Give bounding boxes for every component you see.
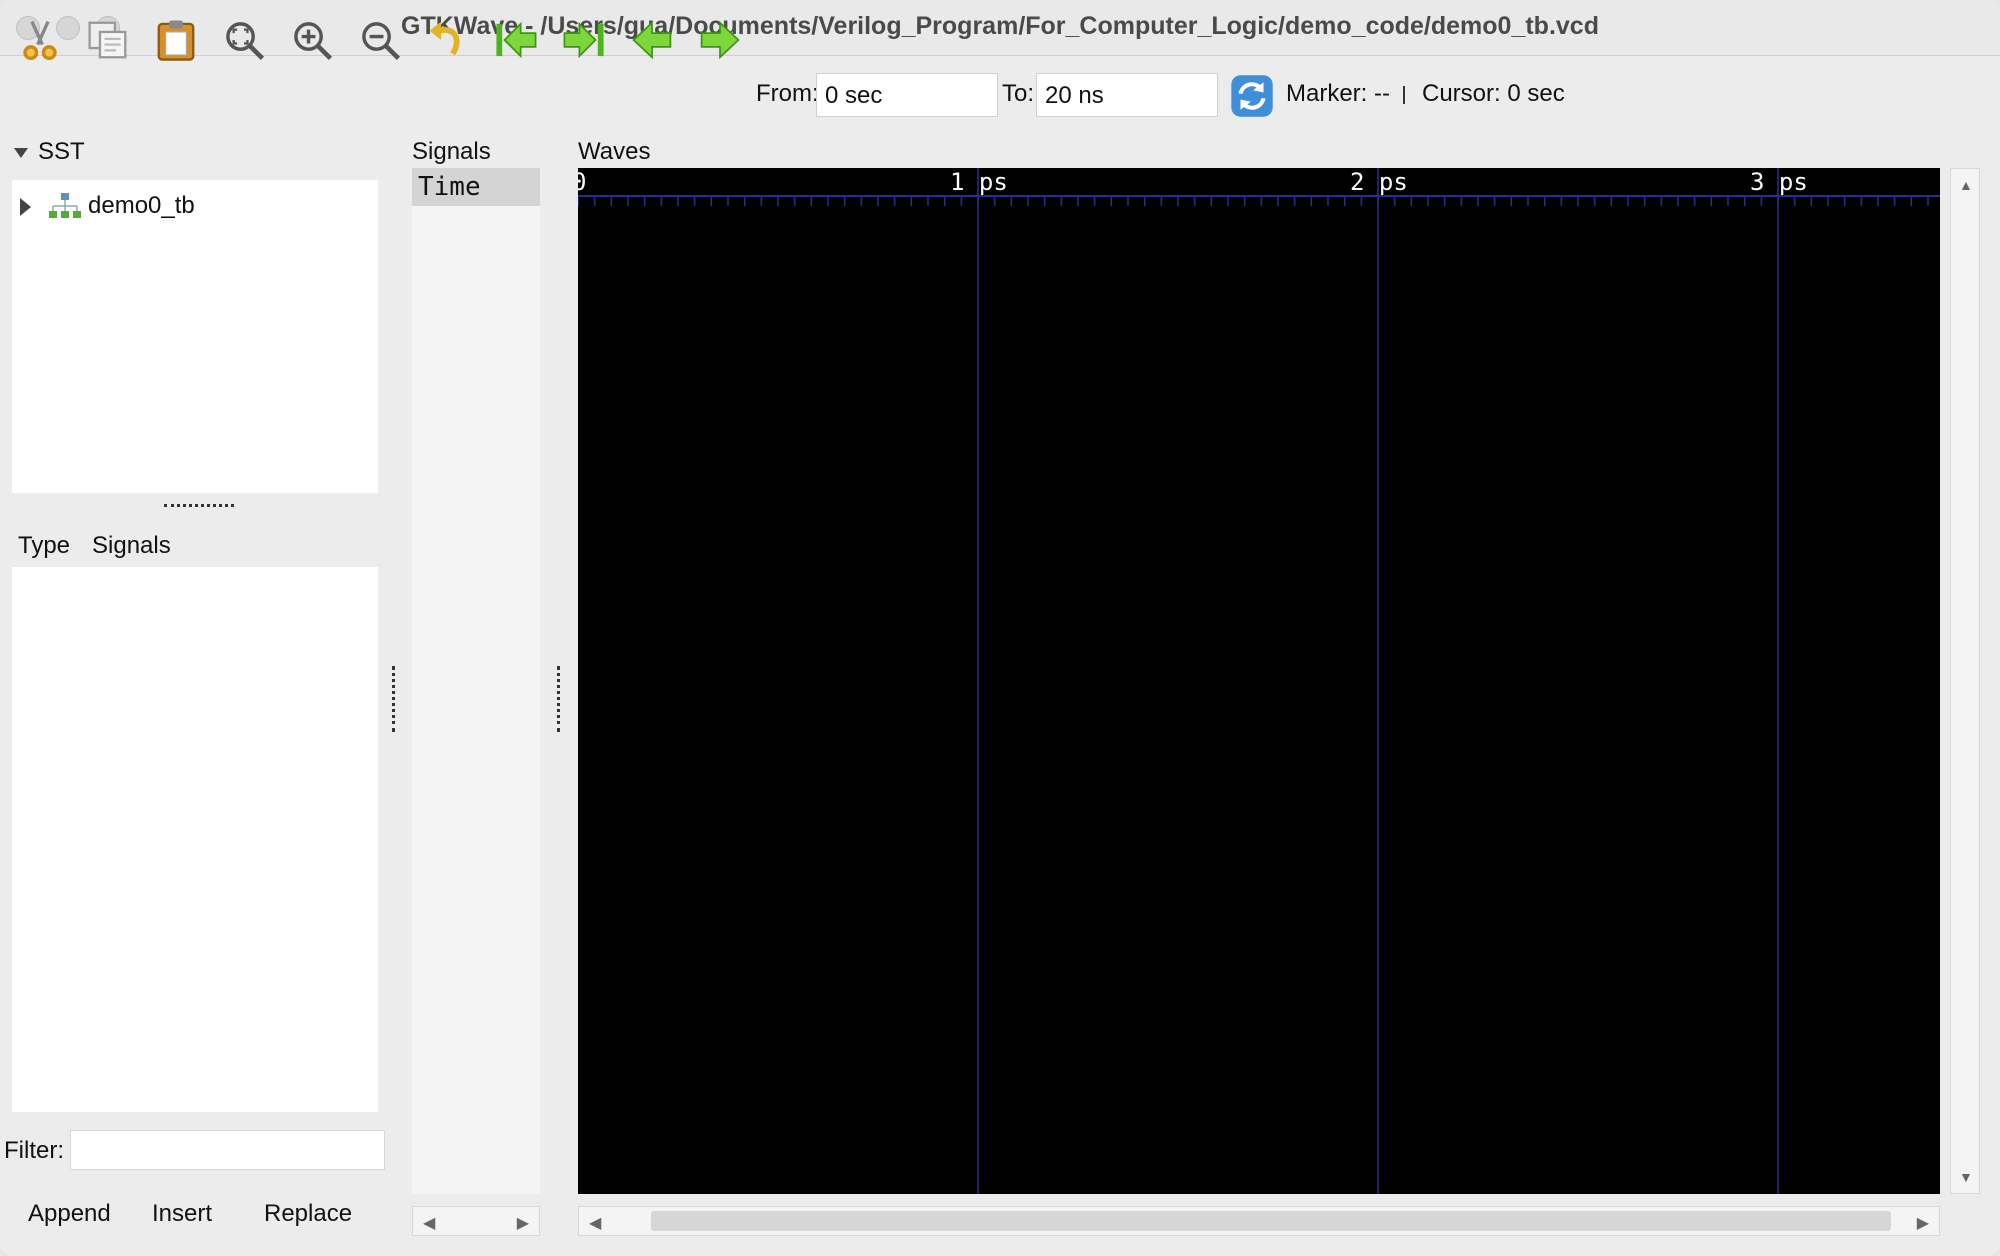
waves-timeline: 0 1 ps 2 ps 3 ps: [572, 168, 1940, 1194]
scroll-up-icon[interactable]: ▲: [1959, 177, 1973, 193]
tree-item-label: demo0_tb: [88, 192, 195, 219]
waves-pane-title: Waves: [578, 138, 651, 165]
scroll-thumb[interactable]: [651, 1211, 1891, 1231]
append-button[interactable]: Append: [28, 1200, 111, 1228]
toolbar-separator: [1403, 86, 1405, 104]
go-to-end-icon[interactable]: [558, 14, 610, 66]
expand-triangle-icon[interactable]: [20, 198, 31, 216]
pane-resize-handle-signals[interactable]: [557, 666, 564, 732]
module-hierarchy-icon: [48, 192, 82, 220]
timeline-tick-label: 0: [578, 168, 586, 196]
replace-button[interactable]: Replace: [264, 1200, 352, 1228]
sst-title: SST: [38, 138, 85, 165]
from-time-input[interactable]: 0 sec: [816, 73, 998, 117]
tree-item-demo0-tb[interactable]: demo0_tb: [12, 188, 378, 224]
signal-row-time[interactable]: Time: [412, 168, 540, 206]
copy-icon[interactable]: [82, 14, 134, 66]
to-time-input[interactable]: 20 ns: [1036, 73, 1218, 117]
insert-button[interactable]: Insert: [152, 1200, 212, 1228]
scroll-down-icon[interactable]: ▼: [1959, 1169, 1973, 1185]
sst-tree[interactable]: demo0_tb: [12, 180, 378, 493]
pane-resize-handle-sst[interactable]: [392, 666, 399, 732]
scroll-right-icon[interactable]: ▶: [1917, 1213, 1929, 1233]
sst-signal-list[interactable]: [12, 567, 378, 1112]
filter-input[interactable]: [70, 1130, 385, 1170]
sst-expander[interactable]: SST: [14, 138, 85, 166]
undo-icon[interactable]: [422, 14, 474, 66]
signals-horizontal-scrollbar[interactable]: ◀ ▶: [412, 1206, 540, 1236]
pane-resize-handle[interactable]: [164, 504, 234, 515]
scroll-left-icon[interactable]: ◀: [423, 1213, 435, 1233]
gtkwave-window: GTKWave - /Users/gua/Documents/Verilog_P…: [0, 0, 2000, 1256]
timeline-tick-label: 3 ps: [1750, 168, 1808, 196]
reload-icon[interactable]: [1226, 70, 1278, 122]
zoom-fit-icon[interactable]: [218, 14, 270, 66]
zoom-in-icon[interactable]: [286, 14, 338, 66]
zoom-out-icon[interactable]: [354, 14, 406, 66]
type-column-header: Type: [18, 532, 71, 559]
to-label: To:: [1002, 80, 1035, 107]
marker-readout: Marker: --: [1286, 80, 1390, 107]
previous-icon[interactable]: [626, 14, 678, 66]
triangle-down-icon: [14, 147, 28, 158]
filter-label: Filter:: [4, 1137, 64, 1164]
timeline-tick-label: 1 ps: [950, 168, 1008, 196]
from-label: From:: [756, 80, 819, 107]
waves-canvas[interactable]: 0 1 ps 2 ps 3 ps: [572, 168, 1940, 1194]
scroll-right-icon[interactable]: ▶: [517, 1213, 529, 1233]
cut-icon[interactable]: [14, 14, 66, 66]
waves-horizontal-scrollbar[interactable]: ◀ ▶: [578, 1206, 1940, 1236]
cursor-readout: Cursor: 0 sec: [1422, 80, 1565, 107]
go-to-start-icon[interactable]: [490, 14, 542, 66]
timeline-tick-label: 2 ps: [1350, 168, 1408, 196]
signals-column-header: Signals: [92, 532, 171, 559]
scroll-left-icon[interactable]: ◀: [589, 1213, 601, 1233]
next-icon[interactable]: [694, 14, 746, 66]
paste-icon[interactable]: [150, 14, 202, 66]
signals-pane-title: Signals: [412, 138, 491, 165]
waves-vertical-scrollbar[interactable]: ▲ ▼: [1950, 168, 1980, 1194]
signals-list[interactable]: Time: [412, 168, 540, 1194]
